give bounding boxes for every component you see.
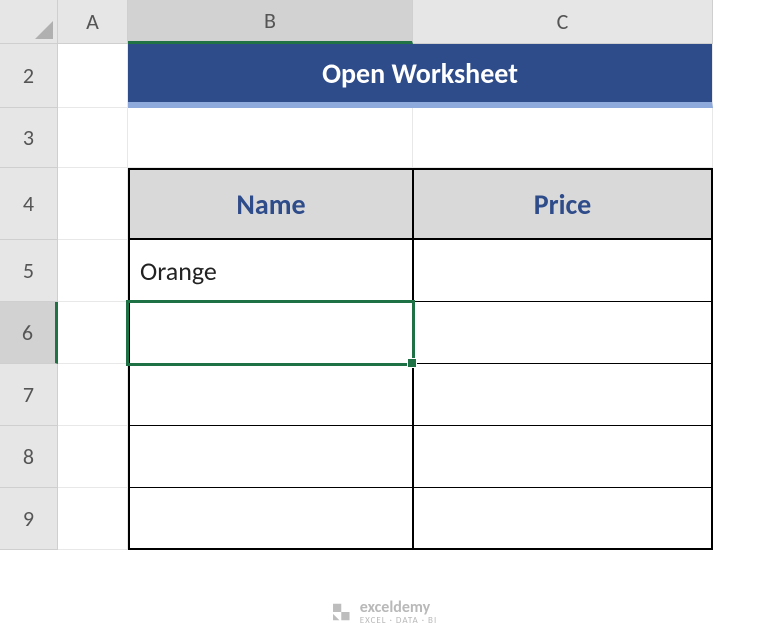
- watermark: exceldemy EXCEL · DATA · BI: [330, 598, 437, 626]
- cell-b7[interactable]: [128, 364, 413, 426]
- cell-a8[interactable]: [58, 426, 128, 488]
- spreadsheet-grid: A B C 2 Open Worksheet 3 4 Name Price 5 …: [0, 0, 767, 550]
- cell-c6[interactable]: [413, 302, 713, 364]
- row-header-6[interactable]: 6: [0, 302, 58, 364]
- logo-icon: [330, 601, 352, 623]
- cell-b3[interactable]: [128, 108, 413, 168]
- cell-c9[interactable]: [413, 488, 713, 550]
- table-header-price[interactable]: Price: [413, 168, 713, 240]
- cell-a4[interactable]: [58, 168, 128, 240]
- table-header-name[interactable]: Name: [128, 168, 413, 240]
- cell-c3[interactable]: [413, 108, 713, 168]
- column-header-b[interactable]: B: [128, 0, 413, 44]
- cell-a9[interactable]: [58, 488, 128, 550]
- cell-c5[interactable]: [413, 240, 713, 302]
- cell-b8[interactable]: [128, 426, 413, 488]
- cell-c8[interactable]: [413, 426, 713, 488]
- row-header-9[interactable]: 9: [0, 488, 58, 550]
- cell-a7[interactable]: [58, 364, 128, 426]
- select-all-corner[interactable]: [0, 0, 58, 44]
- select-all-triangle-icon: [35, 21, 53, 39]
- cell-c7[interactable]: [413, 364, 713, 426]
- title-banner[interactable]: Open Worksheet: [128, 44, 713, 108]
- watermark-tagline: EXCEL · DATA · BI: [360, 615, 437, 626]
- cell-a2[interactable]: [58, 44, 128, 108]
- row-header-2[interactable]: 2: [0, 44, 58, 108]
- cell-b9[interactable]: [128, 488, 413, 550]
- cell-b6[interactable]: [128, 302, 413, 364]
- row-header-5[interactable]: 5: [0, 240, 58, 302]
- column-header-a[interactable]: A: [58, 0, 128, 44]
- column-header-c[interactable]: C: [413, 0, 713, 44]
- row-header-7[interactable]: 7: [0, 364, 58, 426]
- cell-a5[interactable]: [58, 240, 128, 302]
- row-header-4[interactable]: 4: [0, 168, 58, 240]
- cell-a3[interactable]: [58, 108, 128, 168]
- row-header-3[interactable]: 3: [0, 108, 58, 168]
- row-header-8[interactable]: 8: [0, 426, 58, 488]
- cell-a6[interactable]: [58, 302, 128, 364]
- cell-b5[interactable]: Orange: [128, 240, 413, 302]
